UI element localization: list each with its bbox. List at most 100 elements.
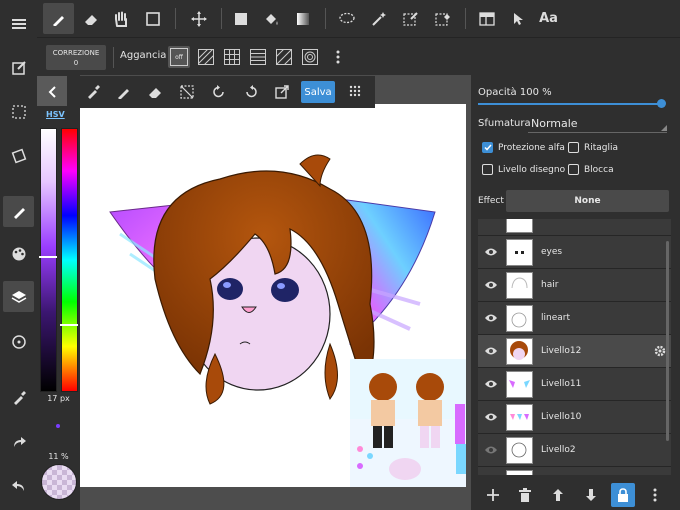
dropdown-corner-icon [661, 125, 667, 131]
eye-icon[interactable] [480, 379, 502, 389]
gradient-tool-icon[interactable] [287, 3, 318, 34]
layer-row-partial[interactable] [478, 219, 671, 236]
move-layer-up-icon[interactable] [546, 483, 570, 507]
eraser-tool-icon[interactable] [75, 3, 106, 34]
drawing-canvas[interactable] [80, 104, 466, 487]
selection-icon[interactable] [3, 96, 34, 127]
layer-thumbnail [506, 370, 533, 398]
layer-row-hair[interactable]: hair [478, 269, 671, 302]
eyedropper-icon[interactable] [81, 80, 105, 104]
add-layer-icon[interactable] [481, 483, 505, 507]
correction-value: 0 [73, 58, 79, 67]
layer-more-icon[interactable] [643, 483, 667, 507]
undo-icon[interactable] [3, 470, 34, 501]
snap-off-button[interactable]: off [168, 46, 190, 68]
layer-row-livello12[interactable]: Livello12 [478, 335, 671, 368]
magic-wand-icon[interactable] [363, 3, 394, 34]
layer-list: eyes hair lineart Livello12 Livello11 Li… [478, 219, 671, 475]
frame-divider-icon[interactable] [471, 3, 502, 34]
brush-panel-icon[interactable] [3, 196, 34, 227]
blend-mode-select[interactable]: Normale [531, 117, 578, 130]
menu-icon[interactable] [3, 8, 34, 39]
sv-marker[interactable] [39, 256, 57, 258]
layer-row-eyes[interactable]: eyes [478, 236, 671, 269]
palette-icon[interactable] [3, 238, 34, 269]
layer-settings-gear-icon[interactable] [654, 342, 666, 361]
draft-layer-checkbox[interactable]: Livello disegno [482, 164, 565, 175]
hand-tool-icon[interactable] [105, 3, 136, 34]
check-icon [482, 142, 493, 153]
layer-opacity-thumb[interactable] [657, 99, 666, 108]
snap-parallel-icon[interactable] [195, 46, 217, 68]
layer-name: lineart [541, 313, 570, 323]
layer-row-livello10[interactable]: Livello10 [478, 401, 671, 434]
hsv-tab[interactable]: HSV [46, 110, 65, 119]
alpha-protect-checkbox[interactable]: Protezione alfa [482, 142, 565, 153]
snap-horizontal-icon[interactable] [247, 46, 269, 68]
save-button[interactable]: Salva [301, 81, 335, 103]
text-tool-icon[interactable]: Aa [533, 3, 564, 34]
export-icon[interactable] [270, 80, 294, 104]
eye-icon[interactable] [480, 247, 502, 257]
rotate-right-icon[interactable] [239, 80, 263, 104]
snap-perspective-icon[interactable] [273, 46, 295, 68]
clipping-checkbox[interactable]: Ritaglia [568, 142, 618, 153]
deselect-icon[interactable] [175, 80, 199, 104]
layer-toolbar [471, 480, 680, 510]
floating-toolbar: Salva [37, 76, 375, 108]
transform-icon[interactable] [3, 140, 34, 171]
grid-dots-icon[interactable] [343, 80, 367, 104]
move-layer-down-icon[interactable] [579, 483, 603, 507]
layer-row-lineart[interactable]: lineart [478, 302, 671, 335]
layer-row-partial-bottom[interactable] [478, 467, 671, 475]
snap-bar: CORREZIONE 0 Aggancia off [37, 37, 680, 76]
more-options-icon[interactable] [327, 46, 349, 68]
bucket-tool-icon[interactable] [255, 3, 286, 34]
layer-opacity-slider[interactable] [478, 103, 664, 105]
layer-name: Livello10 [541, 412, 582, 422]
delete-layer-icon[interactable] [513, 483, 537, 507]
move-tool-icon[interactable] [183, 3, 214, 34]
select-eraser-icon[interactable] [427, 3, 458, 34]
rectangle-tool-icon[interactable] [137, 3, 168, 34]
layer-thumbnail [506, 469, 533, 475]
rotate-left-icon[interactable] [207, 80, 231, 104]
eye-icon[interactable] [480, 445, 502, 455]
pen-tool-icon[interactable] [43, 3, 74, 34]
artwork [109, 154, 466, 487]
snap-concentric-icon[interactable] [299, 46, 321, 68]
current-color-swatch[interactable] [41, 464, 77, 500]
eraser-icon[interactable] [143, 80, 167, 104]
snap-grid-icon[interactable] [221, 46, 243, 68]
lock-checkbox[interactable]: Blocca [568, 164, 614, 175]
hue-bar[interactable] [61, 128, 78, 392]
eye-icon[interactable] [480, 346, 502, 356]
fill-rect-tool-icon[interactable] [225, 3, 256, 34]
saturation-value-bar[interactable] [40, 128, 57, 392]
eye-icon[interactable] [480, 313, 502, 323]
lasso-tool-icon[interactable] [331, 3, 362, 34]
layer-list-scrollbar[interactable] [666, 241, 669, 441]
correction-button[interactable]: CORREZIONE 0 [46, 45, 106, 70]
hue-marker[interactable] [60, 324, 78, 326]
redo-icon[interactable] [3, 426, 34, 457]
alpha-protect-label: Protezione alfa [498, 142, 565, 153]
brush-preview-dot [56, 424, 60, 428]
layer-name: Livello11 [541, 379, 582, 389]
operation-tool-icon[interactable] [503, 3, 534, 34]
eye-icon[interactable] [480, 412, 502, 422]
pen-icon[interactable] [112, 80, 136, 104]
layers-icon[interactable] [3, 281, 34, 312]
eyedropper-icon[interactable] [3, 382, 34, 413]
effect-button[interactable]: None [506, 190, 669, 212]
layer-row-livello11[interactable]: Livello11 [478, 368, 671, 401]
select-pen-icon[interactable] [395, 3, 426, 34]
edit-icon[interactable] [3, 52, 34, 83]
collapse-arrow-icon[interactable] [37, 76, 67, 108]
layer-name: Livello12 [541, 346, 582, 356]
material-icon[interactable] [3, 326, 34, 357]
layer-row-livello2[interactable]: Livello2 [478, 434, 671, 467]
lock-layer-icon[interactable] [611, 483, 635, 507]
eye-icon[interactable] [480, 280, 502, 290]
text-tool-label: Aa [539, 11, 558, 26]
